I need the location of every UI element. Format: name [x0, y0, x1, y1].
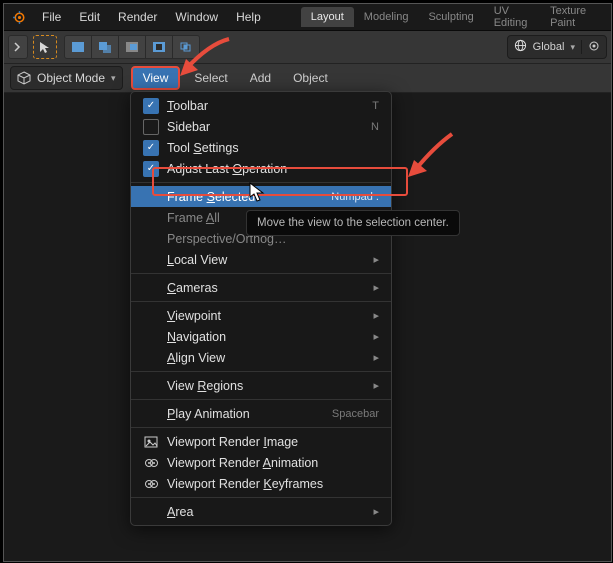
editor-header: Object Mode ▾ View Select Add Object: [4, 64, 611, 93]
submenu-arrow-icon: ▸: [373, 330, 379, 343]
menu-item-area[interactable]: Area▸: [131, 501, 391, 522]
menu-item-frame-selected[interactable]: Frame SelectedNumpad .: [131, 186, 391, 207]
transform-orientation-dropdown[interactable]: Global ▾: [507, 35, 607, 59]
menu-item-navigation[interactable]: Navigation▸: [131, 326, 391, 347]
menu-item-viewport-render-keyframes[interactable]: Viewport Render Keyframes: [131, 473, 391, 494]
render-animation-icon: [143, 455, 159, 471]
select-mode-extend-icon[interactable]: [92, 35, 119, 59]
globe-icon: [514, 39, 527, 55]
menu-item-local-view[interactable]: Local View▸: [131, 249, 391, 270]
menu-item-viewport-render-image[interactable]: Viewport Render Image: [131, 431, 391, 452]
mode-label: Object Mode: [37, 71, 105, 85]
menu-item-toolbar[interactable]: ToolbarT: [131, 95, 391, 116]
checkbox-icon: [143, 161, 159, 177]
select-menu[interactable]: Select: [186, 68, 235, 88]
app-logo-icon: [10, 8, 28, 26]
submenu-arrow-icon: ▸: [373, 379, 379, 392]
annotation-arrow-2: [402, 129, 457, 184]
chevron-down-icon: ▾: [111, 73, 116, 84]
menu-item-align-view[interactable]: Align View▸: [131, 347, 391, 368]
checkbox-icon: [143, 140, 159, 156]
tab-sculpting[interactable]: Sculpting: [418, 7, 483, 27]
submenu-arrow-icon: ▸: [373, 281, 379, 294]
transform-orientation-label: Global: [533, 41, 565, 53]
view-menu-dropdown: ToolbarT SidebarN Tool Settings Adjust L…: [130, 91, 392, 526]
menu-item-view-regions[interactable]: View Regions▸: [131, 375, 391, 396]
menu-item-sidebar[interactable]: SidebarN: [131, 116, 391, 137]
menu-item-adjust-last-operation[interactable]: Adjust Last Operation: [131, 158, 391, 179]
menu-file[interactable]: File: [34, 7, 69, 27]
submenu-arrow-icon: ▸: [373, 309, 379, 322]
render-image-icon: [143, 434, 159, 450]
add-menu[interactable]: Add: [242, 68, 279, 88]
tab-uv-editing[interactable]: UV Editing: [484, 1, 540, 33]
tab-texture-paint[interactable]: Texture Paint: [540, 1, 605, 33]
menu-render[interactable]: Render: [110, 7, 165, 27]
menu-item-viewpoint[interactable]: Viewpoint▸: [131, 305, 391, 326]
chevron-down-icon: ▾: [570, 42, 575, 53]
view-menu-button[interactable]: View: [131, 66, 181, 90]
transform-pivot-icon[interactable]: [588, 40, 600, 55]
tab-layout[interactable]: Layout: [301, 7, 354, 27]
top-menu-bar: File Edit Render Window Help Layout Mode…: [4, 4, 611, 31]
menu-window[interactable]: Window: [167, 7, 226, 27]
object-menu[interactable]: Object: [285, 68, 336, 88]
submenu-arrow-icon: ▸: [373, 253, 379, 266]
select-mode-invert-icon[interactable]: [146, 35, 173, 59]
submenu-arrow-icon: ▸: [373, 351, 379, 364]
menu-item-cameras[interactable]: Cameras▸: [131, 277, 391, 298]
submenu-arrow-icon: ▸: [373, 505, 379, 518]
object-mode-icon: [17, 71, 31, 85]
toolbar: Global ▾: [4, 31, 611, 64]
workspace-tabs: Layout Modeling Sculpting UV Editing Tex…: [301, 1, 605, 33]
tooltip: Move the view to the selection center.: [246, 210, 460, 236]
checkbox-icon: [143, 98, 159, 114]
mode-dropdown[interactable]: Object Mode ▾: [10, 66, 123, 90]
header-expand-icon[interactable]: [8, 35, 28, 59]
menu-help[interactable]: Help: [228, 7, 269, 27]
menu-edit[interactable]: Edit: [71, 7, 108, 27]
select-mode-intersect-icon[interactable]: [173, 35, 200, 59]
menu-item-tool-settings[interactable]: Tool Settings: [131, 137, 391, 158]
selection-mode-cluster: [64, 35, 200, 59]
render-keyframes-icon: [143, 476, 159, 492]
cursor-tool-icon[interactable]: [33, 35, 57, 59]
select-mode-subtract-icon[interactable]: [119, 35, 146, 59]
tab-modeling[interactable]: Modeling: [354, 7, 419, 27]
menu-item-viewport-render-animation[interactable]: Viewport Render Animation: [131, 452, 391, 473]
select-mode-new-icon[interactable]: [64, 35, 92, 59]
checkbox-icon: [143, 119, 159, 135]
menu-item-play-animation[interactable]: Play AnimationSpacebar: [131, 403, 391, 424]
